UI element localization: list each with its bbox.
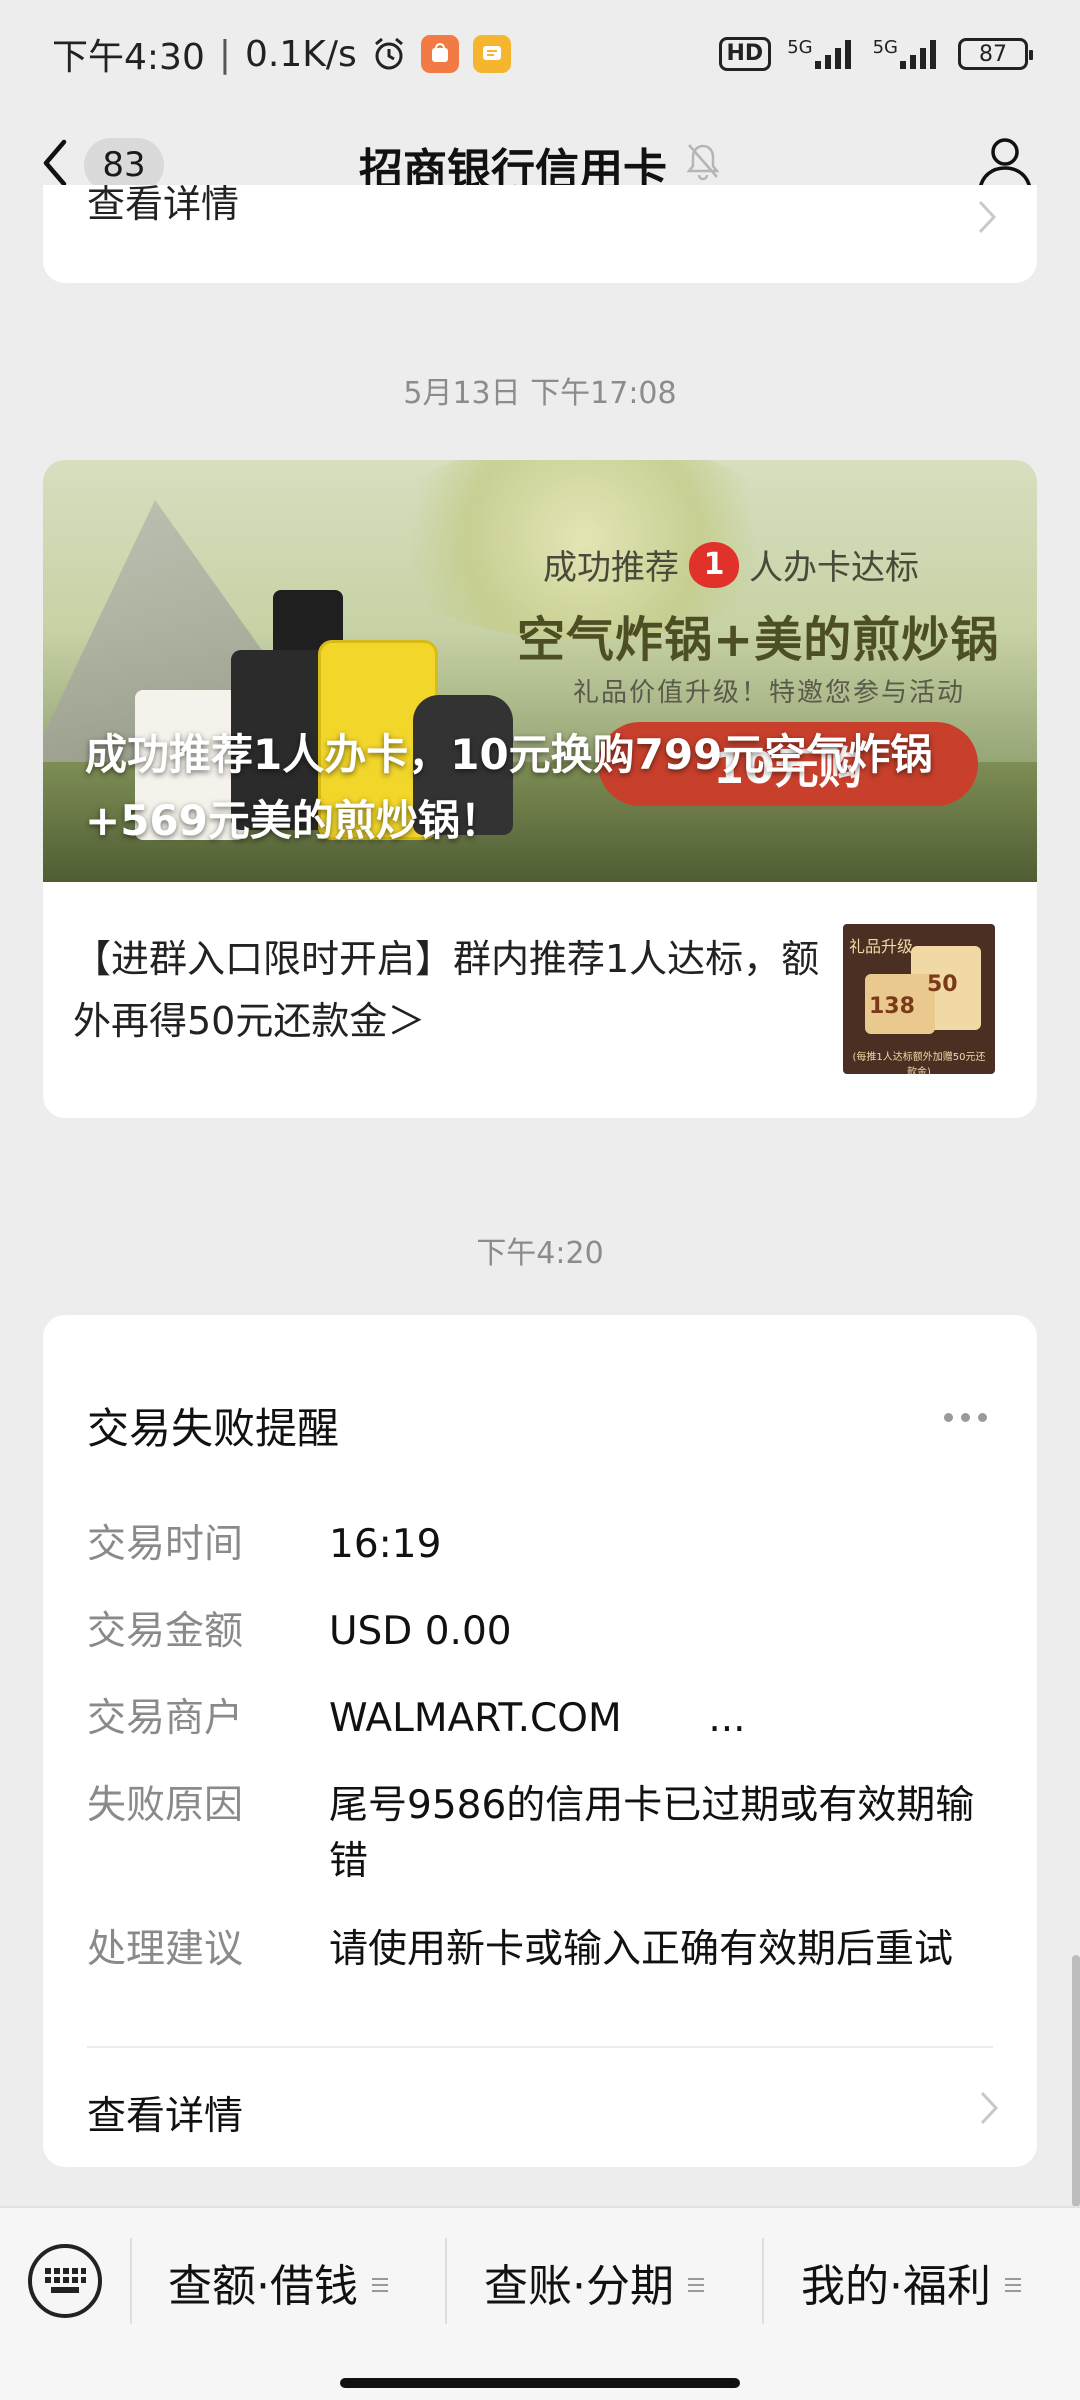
- signal-icon: 5G: [787, 37, 856, 71]
- status-bar: 下午4:30 | 0.1K/s HD 5G 5G 87: [0, 0, 1080, 108]
- row-key: 处理建议: [87, 1927, 244, 1972]
- menu-separator: [445, 2238, 447, 2324]
- menu-my-benefits[interactable]: 我的·福利: [801, 2252, 1021, 2312]
- keyboard-icon: [45, 2268, 86, 2293]
- message-timestamp: 5月13日 下午17:08: [403, 376, 677, 411]
- keyboard-toggle-button[interactable]: [28, 2244, 102, 2318]
- promotion-thumbnail: 礼品升级 138 50 (每推1人达标额外加赠50元还款金): [843, 924, 995, 1074]
- alert-row-suggestion: 处理建议 请使用新卡或输入正确有效期后重试: [87, 1922, 1007, 1978]
- sim2-label: 5G: [872, 37, 898, 58]
- row-value: 请使用新卡或输入正确有效期后重试: [329, 1927, 954, 1972]
- submenu-icon: [1005, 2278, 1021, 2292]
- thumb-value-1: 138: [869, 994, 915, 1019]
- menu-label: 我的·福利: [801, 2261, 991, 2312]
- promotion-banner[interactable]: 成功推荐 1 人办卡达标 空气炸锅+美的煎炒锅 礼品价值升级！特邀您参与活动 1…: [43, 460, 1037, 882]
- row-value: WALMART.COM ...: [329, 1696, 746, 1741]
- more-options-icon[interactable]: [944, 1413, 987, 1422]
- menu-bill-installment[interactable]: 查账·分期: [484, 2252, 704, 2312]
- submenu-icon: [688, 2278, 704, 2292]
- alert-row-merchant: 交易商户 WALMART.COM ...: [87, 1691, 1007, 1747]
- transaction-alert-card[interactable]: 交易失败提醒 交易时间 16:19 交易金额 USD 0.00 交易商户 WAL…: [43, 1315, 1037, 2167]
- chevron-right-icon: [977, 199, 997, 239]
- thumb-value-2: 50: [927, 972, 958, 997]
- banner-caption: 成功推荐1人办卡，10元换购799元空气炸锅+569元美的煎炒锅！: [85, 730, 933, 845]
- row-value: USD 0.00: [329, 1609, 512, 1654]
- row-key: 交易金额: [87, 1609, 244, 1654]
- alert-row-amount: 交易金额 USD 0.00: [87, 1604, 1007, 1660]
- row-key: 失败原因: [87, 1783, 244, 1828]
- app-notification-icon: [420, 35, 459, 73]
- heart-number-badge: 1: [689, 541, 739, 588]
- scrollbar[interactable]: [1072, 1955, 1080, 2207]
- menu-credit-loan[interactable]: 查额·借钱: [168, 2252, 388, 2312]
- person-icon: [978, 138, 1032, 191]
- banner-headline: 成功推荐 1 人办卡达标: [543, 540, 919, 589]
- home-indicator[interactable]: [340, 2378, 740, 2388]
- signal-icon-2: 5G: [873, 37, 942, 71]
- row-value: 16:19: [329, 1522, 442, 1567]
- menu-label: 查账·分期: [484, 2261, 674, 2312]
- alert-row-time: 交易时间 16:19: [87, 1517, 1007, 1573]
- previous-message-card[interactable]: 查看详情: [43, 185, 1037, 283]
- row-value: 尾号9586的信用卡已过期或有效期输错: [329, 1783, 975, 1884]
- alert-title: 交易失败提醒: [87, 1404, 340, 1453]
- message-timestamp: 下午4:20: [476, 1236, 604, 1271]
- thumb-note: (每推1人达标额外加赠50元还款金): [852, 1052, 986, 1074]
- status-time: 下午4:30: [52, 37, 205, 78]
- network-speed: 0.1K/s: [244, 33, 357, 75]
- menu-label: 查额·借钱: [168, 2261, 358, 2312]
- promotion-card[interactable]: 成功推荐 1 人办卡达标 空气炸锅+美的煎炒锅 礼品价值升级！特邀您参与活动 1…: [43, 460, 1037, 1118]
- message-app-icon: [472, 35, 511, 73]
- hd-voice-icon: HD: [718, 37, 772, 71]
- banner-subtitle: 礼品价值升级！特邀您参与活动: [573, 678, 966, 708]
- menu-separator: [762, 2238, 764, 2324]
- mute-bell-icon: [685, 141, 721, 192]
- battery-icon: 87: [958, 38, 1033, 70]
- unread-count-badge: 83: [84, 138, 164, 192]
- view-details-link[interactable]: 查看详情: [87, 2085, 243, 2141]
- chevron-right-icon: [979, 2090, 999, 2130]
- status-separator: |: [218, 33, 231, 75]
- menu-separator: [130, 2238, 132, 2324]
- alert-row-reason: 失败原因 尾号9586的信用卡已过期或有效期输错: [87, 1778, 1007, 1890]
- divider: [87, 2046, 993, 2048]
- row-key: 交易时间: [87, 1522, 244, 1567]
- submenu-icon: [372, 2278, 388, 2292]
- promotion-text[interactable]: 【进群入口限时开启】群内推荐1人达标，额外再得50元还款金＞: [73, 928, 833, 1052]
- banner-headline-suffix: 人办卡达标: [749, 548, 919, 588]
- service-menu-bar: 查额·借钱 查账·分期 我的·福利: [0, 2206, 1080, 2400]
- view-details-link[interactable]: 查看详情: [87, 185, 239, 228]
- thumb-tag: 礼品升级: [849, 937, 914, 956]
- banner-main-offer: 空气炸锅+美的煎炒锅: [517, 612, 1000, 668]
- sim1-label: 5G: [787, 37, 813, 58]
- row-key: 交易商户: [87, 1696, 244, 1741]
- banner-headline-prefix: 成功推荐: [543, 548, 679, 588]
- alarm-icon: [371, 36, 407, 72]
